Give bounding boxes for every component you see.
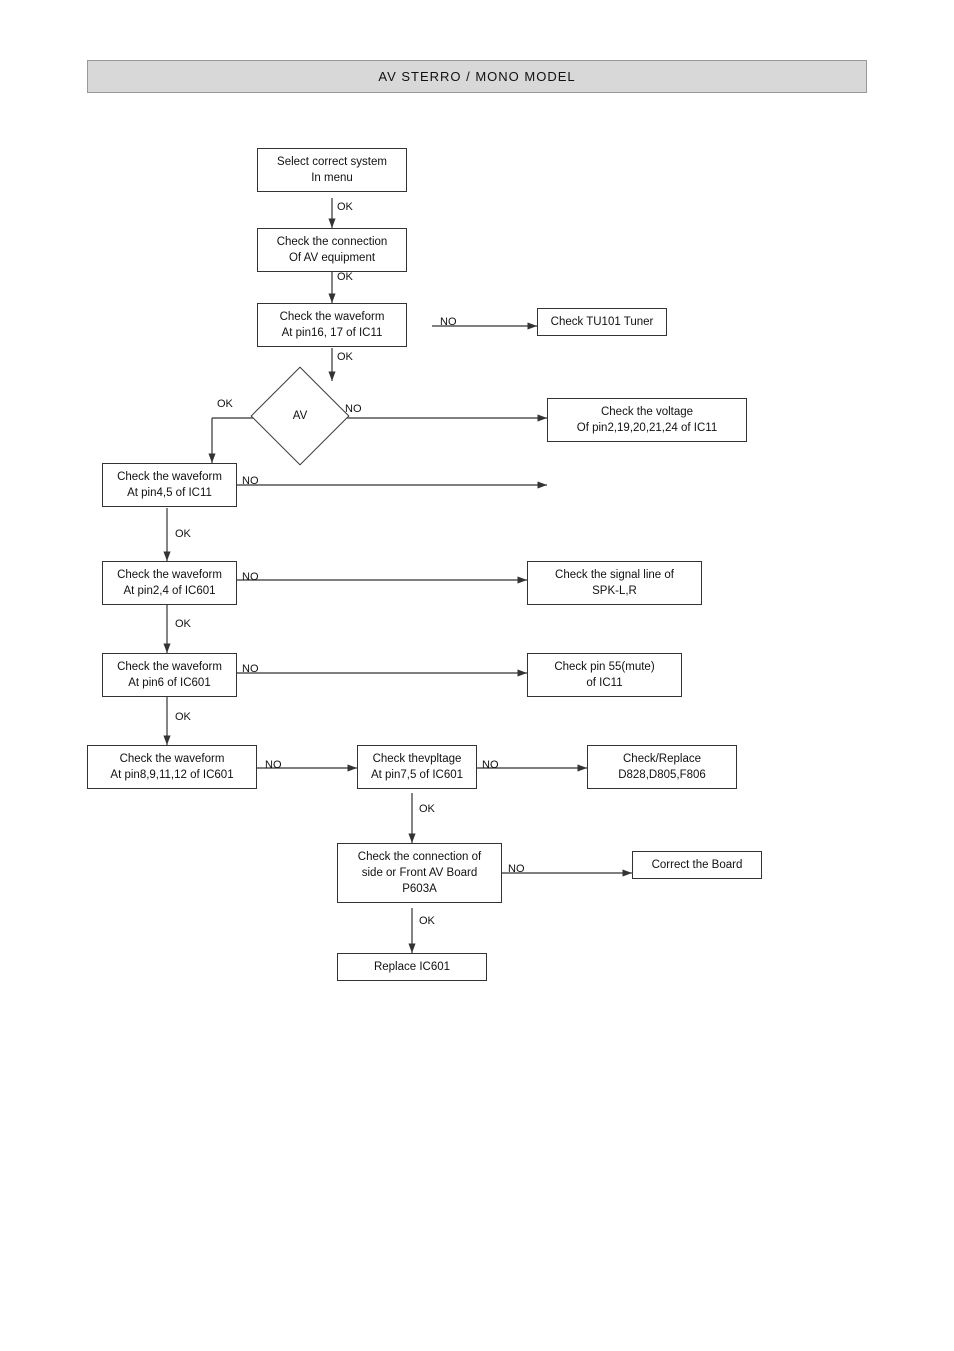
label-ok-9: OK (419, 915, 435, 927)
label-no-8: NO (508, 863, 525, 875)
diamond-av: AV (265, 381, 335, 451)
label-no-4: NO (242, 571, 259, 583)
box-wf-4-5-text: Check the waveformAt pin4,5 of IC11 (117, 471, 222, 499)
label-no-6: NO (265, 759, 282, 771)
diamond-av-label: AV (293, 409, 308, 424)
box-wf-2-4: Check the waveformAt pin2,4 of IC601 (102, 561, 237, 605)
box-wf-2-4-text: Check the waveformAt pin2,4 of IC601 (117, 569, 222, 597)
box-wf-8-9-text: Check the waveformAt pin8,9,11,12 of IC6… (110, 753, 233, 781)
box-correct-board-text: Correct the Board (652, 859, 743, 871)
box-check-replace-text: Check/ReplaceD828,D805,F806 (618, 753, 706, 781)
box-spk-text: Check the signal line ofSPK-L,R (555, 569, 674, 597)
arrows-svg (47, 133, 907, 1283)
box-select-text: Select correct systemIn menu (277, 156, 387, 184)
box-check-conn-av: Check the connectionOf AV equipment (257, 228, 407, 272)
box-select: Select correct systemIn menu (257, 148, 407, 192)
label-no-1: NO (440, 316, 457, 328)
box-wf-6-text: Check the waveformAt pin6 of IC601 (117, 661, 222, 689)
box-voltage-pin2: Check the voltageOf pin2,19,20,21,24 of … (547, 398, 747, 442)
label-ok-8: OK (419, 803, 435, 815)
box-check-replace: Check/ReplaceD828,D805,F806 (587, 745, 737, 789)
label-ok-5: OK (175, 528, 191, 540)
label-ok-1: OK (337, 201, 353, 213)
diagram: Select correct systemIn menu OK Check th… (47, 133, 907, 1283)
label-no-2: NO (345, 403, 362, 415)
box-correct-board: Correct the Board (632, 851, 762, 879)
box-tu101-text: Check TU101 Tuner (551, 316, 654, 328)
box-wf-16-17-text: Check the waveformAt pin16, 17 of IC11 (280, 311, 385, 339)
label-ok-3: OK (337, 351, 353, 363)
label-no-3: NO (242, 475, 259, 487)
box-pin55: Check pin 55(mute)of IC11 (527, 653, 682, 697)
box-wf-8-9: Check the waveformAt pin8,9,11,12 of IC6… (87, 745, 257, 789)
box-replace-ic601-text: Replace IC601 (374, 961, 450, 973)
title-bar: AV STERRO / MONO MODEL (87, 60, 867, 93)
box-check-conn-side: Check the connection ofside or Front AV … (337, 843, 502, 903)
label-ok-7: OK (175, 711, 191, 723)
box-check-conn-av-text: Check the connectionOf AV equipment (277, 236, 388, 264)
page: AV STERRO / MONO MODEL (0, 0, 954, 1351)
label-ok-2: OK (337, 271, 353, 283)
box-pin55-text: Check pin 55(mute)of IC11 (554, 661, 654, 689)
box-wf-16-17: Check the waveformAt pin16, 17 of IC11 (257, 303, 407, 347)
label-no-5: NO (242, 663, 259, 675)
box-tu101: Check TU101 Tuner (537, 308, 667, 336)
box-voltage-7-5: Check thevpltageAt pin7,5 of IC601 (357, 745, 477, 789)
box-voltage-pin2-text: Check the voltageOf pin2,19,20,21,24 of … (577, 406, 717, 434)
box-spk: Check the signal line ofSPK-L,R (527, 561, 702, 605)
page-title: AV STERRO / MONO MODEL (378, 69, 575, 84)
box-check-conn-side-text: Check the connection ofside or Front AV … (358, 851, 481, 895)
label-ok-4: OK (217, 398, 233, 410)
box-wf-4-5: Check the waveformAt pin4,5 of IC11 (102, 463, 237, 507)
box-voltage-7-5-text: Check thevpltageAt pin7,5 of IC601 (371, 753, 463, 781)
box-wf-6: Check the waveformAt pin6 of IC601 (102, 653, 237, 697)
label-no-7: NO (482, 759, 499, 771)
label-ok-6: OK (175, 618, 191, 630)
box-replace-ic601: Replace IC601 (337, 953, 487, 981)
